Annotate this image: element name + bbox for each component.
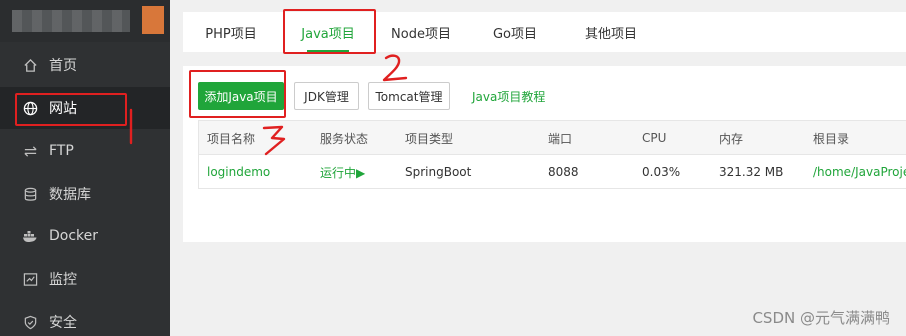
table-row: logindemo 运行中▶ SpringBoot 8088 0.03% 321… (199, 155, 906, 189)
sidebar-item-home[interactable]: 首页 (0, 44, 170, 86)
tab-go[interactable]: Go项目 (479, 12, 551, 52)
docker-icon (22, 228, 38, 244)
project-type: SpringBoot (405, 165, 472, 179)
annotation-mark-1 (129, 108, 133, 145)
table-header: 项目名称 服务状态 项目类型 端口 CPU 内存 根目录 (199, 121, 906, 155)
root-dir-link[interactable]: /home/JavaProjec (813, 155, 906, 189)
logo-blurred (12, 10, 130, 32)
sidebar-item-label: Docker (49, 228, 99, 244)
logo-area (0, 0, 170, 42)
memory-value: 321.32 MB (719, 165, 784, 179)
cpu-value: 0.03% (642, 165, 681, 179)
monitor-icon (22, 271, 38, 287)
sidebar-item-label: 数据库 (49, 187, 91, 203)
sidebar: 首页 网站 FTP 数据库 Docker 监控 安全 (0, 0, 170, 336)
column-header: 服务状态 (320, 131, 369, 146)
status-running[interactable]: 运行中▶ (320, 155, 365, 189)
column-header: 内存 (719, 131, 744, 146)
sidebar-item-monitor[interactable]: 监控 (0, 258, 170, 300)
column-header: 项目类型 (405, 131, 454, 146)
column-header: 端口 (548, 131, 573, 146)
home-icon (22, 57, 38, 73)
project-table: 项目名称 服务状态 项目类型 端口 CPU 内存 根目录 logindemo 运… (198, 120, 906, 189)
jdk-manage-button[interactable]: JDK管理 (294, 82, 359, 110)
tab-node[interactable]: Node项目 (381, 12, 461, 52)
watermark: CSDN @元气满满鸭 (752, 309, 890, 327)
sidebar-item-docker[interactable]: Docker (0, 215, 170, 257)
column-header: 根目录 (813, 131, 850, 146)
tomcat-manage-button[interactable]: Tomcat管理 (368, 82, 450, 110)
annotation-mark-2 (382, 54, 408, 82)
annotation-mark-3 (262, 125, 286, 156)
logo-accent (142, 6, 164, 34)
column-header[interactable]: 项目名称 (207, 121, 255, 155)
sidebar-item-label: 安全 (49, 315, 77, 331)
sidebar-item-label: 监控 (49, 272, 77, 288)
port-value: 8088 (548, 165, 579, 179)
database-icon (22, 186, 38, 202)
tab-other[interactable]: 其他项目 (569, 12, 653, 52)
sidebar-item-database[interactable]: 数据库 (0, 173, 170, 215)
java-tutorial-link[interactable]: Java项目教程 (472, 82, 545, 110)
sidebar-item-label: 首页 (49, 58, 77, 74)
sidebar-item-label: FTP (49, 143, 74, 159)
shield-icon (22, 314, 38, 330)
ftp-icon (22, 143, 38, 159)
annotation-box-java-tab (283, 9, 376, 54)
sidebar-item-security[interactable]: 安全 (0, 301, 170, 336)
tab-php[interactable]: PHP项目 (191, 12, 271, 52)
column-header: CPU (642, 131, 667, 145)
sidebar-item-ftp[interactable]: FTP (0, 130, 170, 172)
annotation-box-website (15, 93, 127, 126)
project-name-link[interactable]: logindemo (207, 155, 270, 189)
annotation-box-add-button (189, 70, 286, 118)
